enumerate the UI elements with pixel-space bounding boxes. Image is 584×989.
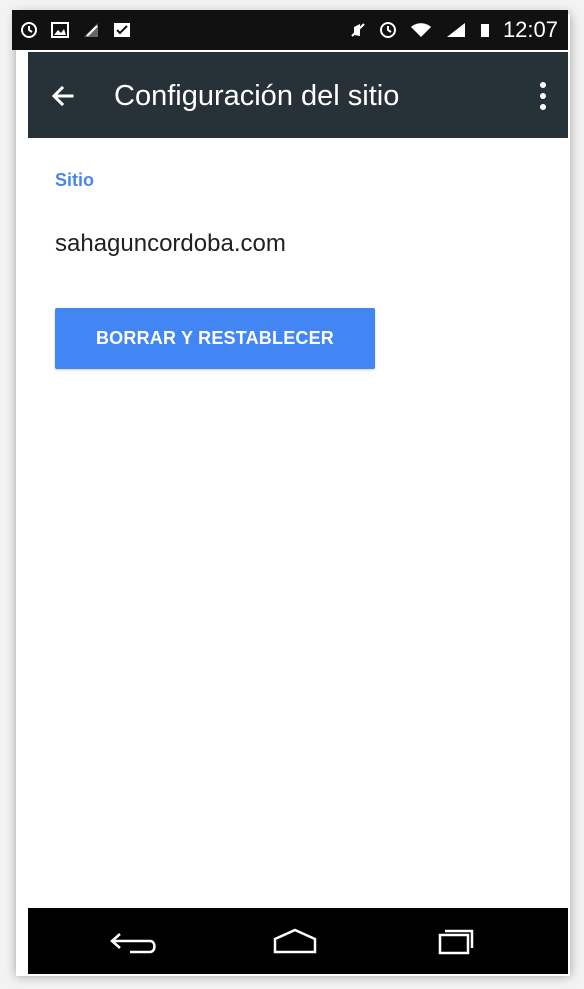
alarm-icon-right xyxy=(379,21,397,39)
clipboard-check-icon xyxy=(112,21,132,39)
arrow-left-icon[interactable] xyxy=(48,81,78,111)
signal-off-icon xyxy=(82,21,100,39)
image-icon xyxy=(50,21,70,39)
alarm-icon xyxy=(20,21,38,39)
signal-icon xyxy=(445,21,467,39)
status-time: 12:07 xyxy=(502,17,558,42)
android-nav-bar xyxy=(28,908,568,974)
home-icon[interactable] xyxy=(268,926,322,956)
status-right-icons: 12:07 xyxy=(349,19,558,41)
section-label-site: Sitio xyxy=(55,170,94,190)
recents-icon[interactable] xyxy=(428,926,482,956)
more-vert-icon[interactable] xyxy=(534,79,552,113)
reset-site-button[interactable]: BORRAR Y RESTABLECER xyxy=(55,308,375,369)
page-title: Configuración del sitio xyxy=(114,80,400,112)
battery-icon xyxy=(479,21,491,39)
back-icon[interactable] xyxy=(108,926,162,956)
wifi-icon xyxy=(409,21,433,39)
app-toolbar: Configuración del sitio xyxy=(28,52,568,138)
settings-content: Sitio sahaguncordoba.com BORRAR Y RESTAB… xyxy=(28,138,568,908)
mute-icon xyxy=(349,21,367,39)
status-left-icons xyxy=(20,21,132,39)
status-bar: 12:07 xyxy=(12,10,568,50)
site-name: sahaguncordoba.com xyxy=(55,230,286,257)
